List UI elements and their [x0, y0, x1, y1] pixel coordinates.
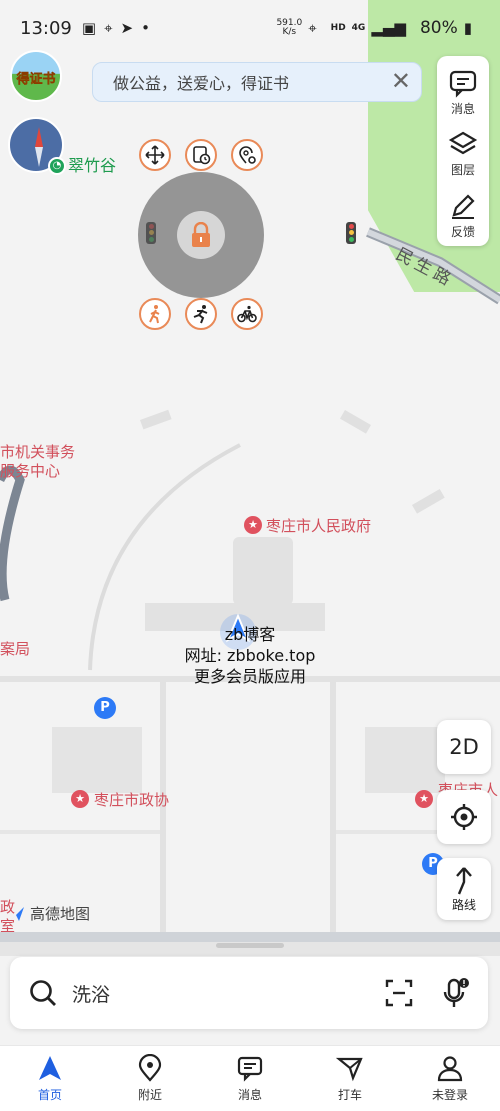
run-mode-button[interactable] — [185, 298, 217, 330]
nav-messages[interactable]: 消息 — [200, 1046, 300, 1111]
joystick-pad[interactable] — [138, 172, 264, 298]
walking-icon — [149, 305, 160, 324]
search-bar[interactable]: 洗浴 — [10, 957, 488, 1029]
home-arrow-icon — [39, 1056, 61, 1080]
voice-mic-icon[interactable] — [440, 977, 470, 1009]
messages-button[interactable]: 消息 — [437, 62, 489, 123]
signal-icon: ▂▄▆ — [371, 19, 406, 37]
view-2d-button[interactable]: 2D — [437, 720, 491, 774]
nearby-pin-icon — [138, 1054, 162, 1082]
poi-star-icon: ★ — [244, 516, 262, 534]
layers-label: 图层 — [450, 163, 475, 178]
location-gear-icon — [239, 146, 256, 164]
layers-icon — [448, 132, 478, 155]
compass-needle-south-icon — [35, 147, 43, 167]
poi-star-icon: ★ — [415, 790, 433, 808]
app-logo-text: 得证书 — [16, 72, 56, 87]
app-logo[interactable]: 得证书 — [10, 50, 62, 102]
lte-label: 4G — [351, 23, 366, 33]
bottom-nav: 首页 附近 消息 打车 未登录 — [0, 1045, 500, 1111]
net-speed-unit: K/s — [282, 27, 297, 37]
compass-button[interactable]: ◔ — [8, 117, 66, 175]
search-input[interactable]: 洗浴 — [72, 980, 384, 1007]
feedback-icon — [452, 194, 475, 219]
search-icon — [30, 980, 56, 1006]
watermark-line1: zb博客 — [224, 625, 276, 644]
search-sheet: 洗浴 — [0, 935, 500, 1045]
running-icon — [193, 305, 208, 324]
status-time: 13:09 — [20, 17, 72, 39]
history-clock-icon — [193, 146, 211, 165]
poi-gov-service-line1: 市机关事务 — [0, 443, 76, 461]
lock-icon — [192, 222, 210, 247]
taxi-icon — [336, 1057, 363, 1082]
nav-home-label: 首页 — [37, 1088, 62, 1102]
poi-peoples-government[interactable]: 枣庄市人民政府 — [266, 515, 371, 536]
move-arrows-icon — [145, 145, 165, 165]
message-icon — [449, 71, 477, 98]
battery-percent: 80% — [419, 18, 458, 38]
layers-button[interactable]: 图层 — [437, 123, 489, 184]
move-tool-button[interactable] — [139, 139, 171, 171]
compass-needle-north-icon — [35, 127, 43, 147]
nav-nearby-label: 附近 — [137, 1088, 162, 1102]
locate-button[interactable] — [437, 790, 491, 844]
message-icon — [237, 1056, 263, 1082]
poi-star-icon: ★ — [71, 790, 89, 808]
nav-profile-label: 未登录 — [431, 1088, 468, 1102]
telegram-icon: ➤ — [120, 19, 134, 37]
feedback-button[interactable]: 反馈 — [437, 185, 489, 246]
nav-profile[interactable]: 未登录 — [400, 1046, 500, 1111]
location-pin-icon: ⌖ — [104, 19, 113, 37]
map-tools-panel: 消息 图层 反馈 — [437, 56, 489, 246]
walk-mode-button[interactable] — [139, 298, 171, 330]
history-tool-button[interactable] — [185, 139, 217, 171]
user-icon — [437, 1056, 463, 1082]
status-bar: 13:09 ▣ ⌖ ➤ • 591.0 K/s ⌖ HD 4G ▂▄▆ 80% … — [0, 0, 500, 56]
amap-logo-icon — [10, 906, 24, 921]
bike-mode-button[interactable] — [231, 298, 263, 330]
traffic-light-icon — [346, 222, 356, 244]
close-icon[interactable]: ✕ — [391, 67, 411, 95]
poi-cppcc[interactable]: 枣庄市政协 — [94, 789, 169, 810]
route-button[interactable]: 路线 — [437, 858, 491, 920]
watermark-line3: 更多会员版应用 — [193, 667, 306, 686]
nav-taxi-label: 打车 — [337, 1088, 362, 1102]
scan-icon[interactable] — [384, 978, 414, 1008]
battery-icon: ▮ — [463, 19, 472, 37]
weather-badge-icon: ◔ — [48, 157, 66, 175]
feedback-label: 反馈 — [450, 224, 475, 239]
nav-taxi[interactable]: 打车 — [300, 1046, 400, 1111]
parking-icon[interactable]: P — [94, 697, 116, 719]
amap-brand: 高德地图 — [8, 903, 90, 924]
poi-gov-service[interactable]: 市机关事务 服务中心 — [0, 443, 75, 481]
route-label: 路线 — [451, 897, 476, 912]
current-place-label: 翠竹谷 — [68, 156, 117, 175]
gallery-icon: ▣ — [81, 19, 97, 37]
watermark-line2: 网址: zbboke.top — [184, 646, 316, 665]
crosshair-icon — [451, 804, 477, 830]
route-arrow-icon — [456, 866, 472, 894]
dot-icon: • — [141, 19, 150, 37]
amap-brand-text: 高德地图 — [30, 905, 91, 923]
nav-home[interactable]: 首页 — [0, 1046, 100, 1111]
poi-gov-service-line2: 服务中心 — [0, 462, 61, 480]
nav-messages-label: 消息 — [237, 1088, 262, 1102]
promo-banner[interactable]: 做公益，送爱心，得证书 ✕ — [92, 62, 422, 102]
watermark-text: zb博客 网址: zbboke.top 更多会员版应用 — [0, 624, 500, 687]
location-settings-button[interactable] — [231, 139, 263, 171]
messages-label: 消息 — [450, 102, 475, 117]
nav-nearby[interactable]: 附近 — [100, 1046, 200, 1111]
promo-banner-text: 做公益，送爱心，得证书 — [113, 74, 290, 93]
bicycle-icon — [237, 305, 257, 323]
location-icon: ⌖ — [308, 19, 317, 37]
net-speed: 591.0 K/s — [276, 19, 302, 37]
joystick-lock-knob[interactable] — [177, 211, 225, 259]
sheet-drag-handle[interactable] — [216, 943, 284, 948]
hd-label: HD — [330, 23, 346, 33]
